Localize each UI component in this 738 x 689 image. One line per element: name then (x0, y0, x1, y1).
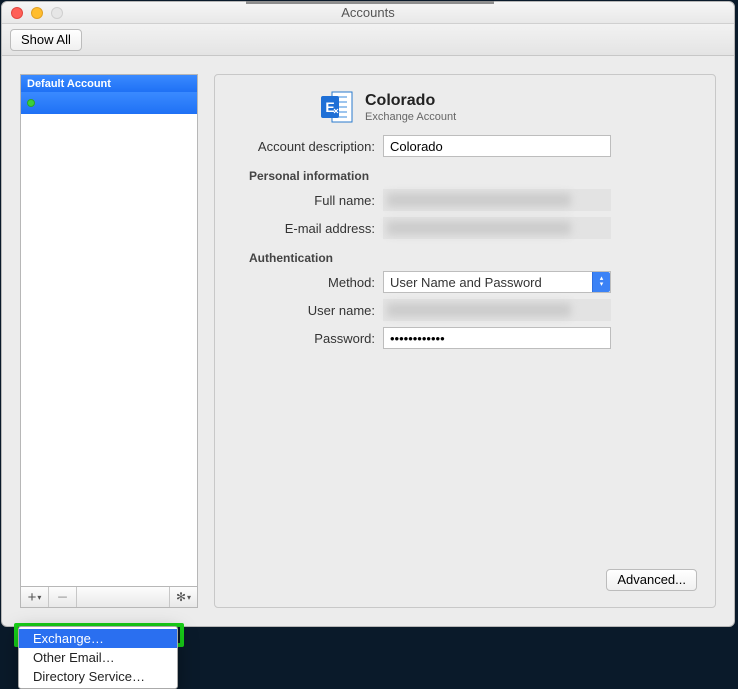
account-name: Colorado (365, 92, 456, 110)
account-header: E Colorado Exchange Account (319, 89, 697, 125)
label-full-name: Full name: (233, 193, 383, 208)
email-field[interactable] (383, 217, 611, 239)
advanced-button[interactable]: Advanced... (606, 569, 697, 591)
label-method: Method: (233, 275, 383, 290)
label-description: Account description: (233, 139, 383, 154)
close-window-icon[interactable] (11, 7, 23, 19)
password-field[interactable] (383, 327, 611, 349)
accounts-window: Accounts Show All Default Account +▾ − ✻… (1, 1, 735, 627)
account-sidebar: Default Account +▾ − ✻▾ Exchange… Other … (20, 74, 198, 608)
chevron-down-icon: ▾ (37, 593, 41, 602)
show-all-button[interactable]: Show All (10, 29, 82, 51)
zoom-window-icon[interactable] (51, 7, 63, 19)
account-type: Exchange Account (365, 111, 456, 123)
svg-text:E: E (325, 99, 334, 115)
label-user: User name: (233, 303, 383, 318)
exchange-icon: E (319, 89, 355, 125)
account-list-header: Default Account (21, 75, 197, 92)
auth-method-value: User Name and Password (390, 275, 542, 290)
titlebar: Accounts (2, 2, 734, 24)
traffic-lights (11, 7, 63, 19)
gear-icon: ✻ (176, 590, 186, 604)
plus-icon: + (28, 589, 37, 606)
window-title: Accounts (2, 5, 734, 20)
label-email: E-mail address: (233, 221, 383, 236)
sidebar-footer: +▾ − ✻▾ (20, 586, 198, 608)
auth-method-select[interactable]: User Name and Password (383, 271, 611, 293)
account-actions-button[interactable]: ✻▾ (169, 587, 197, 607)
add-account-button[interactable]: +▾ (21, 587, 49, 607)
account-list-item[interactable] (21, 92, 197, 114)
menu-item-other-email[interactable]: Other Email… (19, 648, 177, 667)
account-list[interactable]: Default Account (20, 74, 198, 586)
username-field[interactable] (383, 299, 611, 321)
minimize-window-icon[interactable] (31, 7, 43, 19)
full-name-field[interactable] (383, 189, 611, 211)
toolbar: Show All (2, 24, 734, 56)
section-personal: Personal information (249, 169, 697, 183)
chevron-down-icon: ▾ (187, 593, 191, 602)
account-detail-panel: E Colorado Exchange Account Account desc… (214, 74, 716, 608)
active-tab-indicator (246, 1, 494, 4)
section-auth: Authentication (249, 251, 697, 265)
status-online-icon (27, 99, 35, 107)
description-field[interactable] (383, 135, 611, 157)
body: Default Account +▾ − ✻▾ Exchange… Other … (2, 56, 734, 626)
menu-item-exchange[interactable]: Exchange… (19, 629, 177, 648)
remove-account-button[interactable]: − (49, 587, 77, 607)
select-stepper-icon (592, 272, 610, 292)
label-password: Password: (233, 331, 383, 346)
add-account-menu: Exchange… Other Email… Directory Service… (18, 626, 178, 689)
menu-item-directory-service[interactable]: Directory Service… (19, 667, 177, 686)
